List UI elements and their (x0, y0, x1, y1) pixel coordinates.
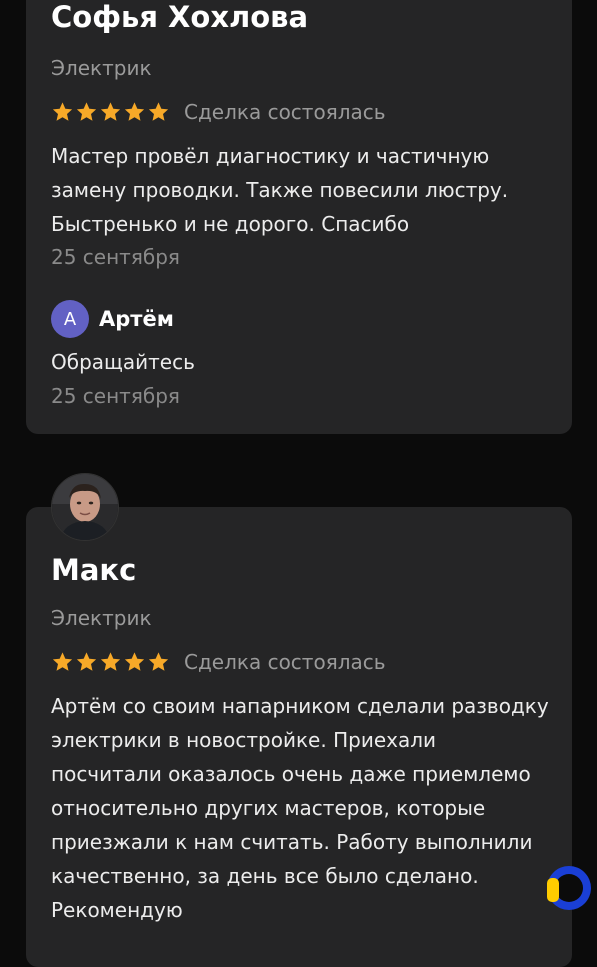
reply-header: А Артём (51, 300, 174, 338)
rating-stars (51, 101, 170, 123)
avatar[interactable] (51, 473, 119, 541)
reply-text: Обращайтесь (51, 350, 195, 374)
star-icon (52, 102, 73, 121)
avatar: А (51, 300, 89, 338)
star-icon (100, 102, 121, 121)
rating-row: Сделка состоялась (51, 99, 386, 125)
star-icon (124, 652, 145, 671)
star-icon (100, 652, 121, 671)
reviewer-name[interactable]: Макс (51, 553, 136, 587)
deal-status: Сделка состоялась (184, 100, 386, 124)
star-icon (76, 102, 97, 121)
star-icon (148, 652, 169, 671)
review-text: Артём со своим напарником сделали развод… (51, 694, 549, 922)
review-date: 25 сентября (51, 245, 180, 269)
star-icon (52, 652, 73, 671)
review-category: Электрик (51, 606, 152, 630)
reply-author: Артём (99, 307, 174, 331)
star-icon (148, 102, 169, 121)
rating-row: Сделка состоялась (51, 649, 386, 675)
reviewer-name[interactable]: Софья Хохлова (51, 0, 308, 34)
brand-logo-icon[interactable] (541, 862, 593, 914)
review-card: Софья Хохлова Электрик Сделка состоялась… (26, 0, 572, 434)
review-category: Электрик (51, 56, 152, 80)
rating-stars (51, 651, 170, 673)
reply-date: 25 сентября (51, 384, 180, 408)
review-text: Мастер провёл диагностику и частичную за… (51, 144, 509, 236)
review-card: Макс Электрик Сделка состоялась Артём со… (26, 507, 572, 967)
deal-status: Сделка состоялась (184, 650, 386, 674)
star-icon (76, 652, 97, 671)
star-icon (124, 102, 145, 121)
